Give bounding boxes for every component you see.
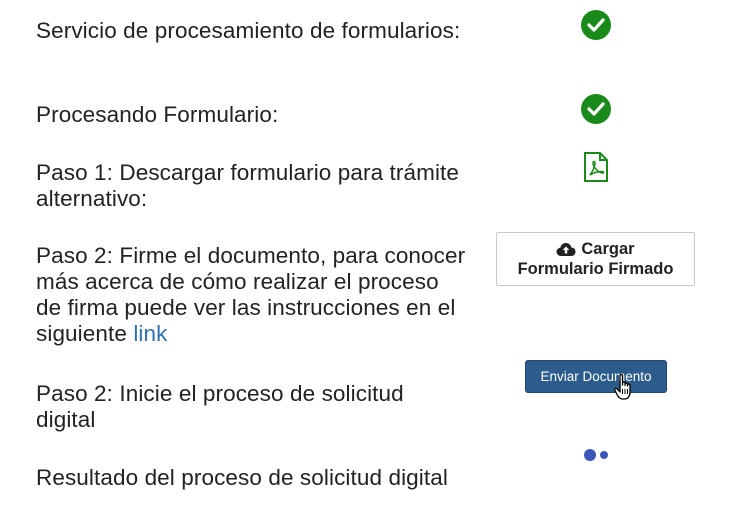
check-circle-icon xyxy=(581,10,611,40)
label-processing-form: Procesando Formulario: xyxy=(36,102,279,127)
label-step1-download: Paso 1: Descargar formulario para trámit… xyxy=(36,160,460,211)
upload-signed-form-button[interactable]: Cargar Formulario Firmado xyxy=(496,232,695,286)
spinner-dot-large xyxy=(584,449,596,461)
label-step2-sign: Paso 2: Firme el documento, para conocer… xyxy=(36,243,466,347)
instructions-link[interactable]: link xyxy=(133,321,167,346)
label-result-digital: Resultado del proceso de solicitud digit… xyxy=(36,465,448,490)
hand-pointer-cursor-icon xyxy=(614,373,636,403)
upload-button-label-line2: Formulario Firmado xyxy=(517,260,674,278)
send-document-button[interactable]: Enviar Documento xyxy=(525,360,667,393)
label-step2-sign-text: Paso 2: Firme el documento, para conocer… xyxy=(36,243,466,346)
pdf-download-icon[interactable] xyxy=(583,152,609,182)
upload-button-label-line1: Cargar xyxy=(581,240,635,258)
check-circle-icon xyxy=(581,94,611,124)
spinner-dot-small xyxy=(600,451,608,459)
loading-spinner-icon xyxy=(583,448,611,462)
cloud-upload-icon xyxy=(556,242,576,257)
label-form-processing-service: Servicio de procesamiento de formularios… xyxy=(36,18,461,43)
label-step2-start-digital: Paso 2: Inicie el proceso de solicitud d… xyxy=(36,381,404,432)
